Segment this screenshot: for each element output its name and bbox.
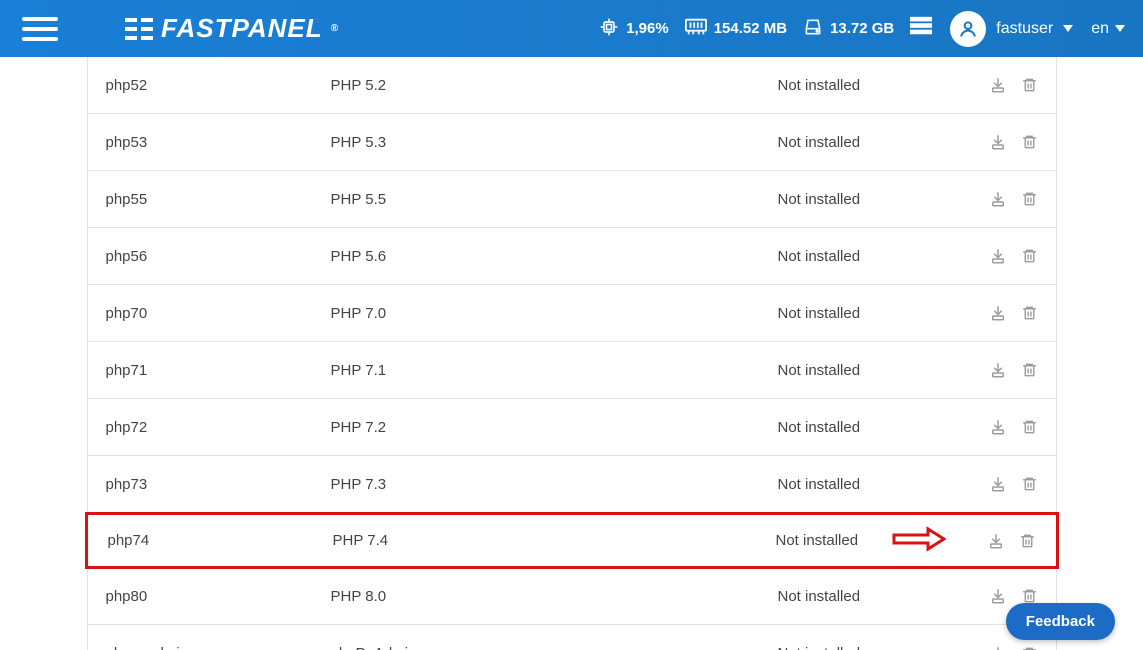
app-name: phppgadmin: [106, 645, 331, 650]
table-row: php74PHP 7.4Not installed: [85, 512, 1059, 569]
content-area: TOP HOST COUPON php52PHP 5.2Not installe…: [0, 57, 1143, 650]
app-name: php74: [108, 532, 333, 549]
table-row: php73PHP 7.3Not installed: [88, 456, 1056, 513]
app-status: Not installed: [778, 645, 968, 650]
delete-icon[interactable]: [1021, 475, 1038, 493]
menu-toggle[interactable]: [0, 17, 80, 41]
install-icon[interactable]: [989, 133, 1007, 151]
table-row: php72PHP 7.2Not installed: [88, 399, 1056, 456]
chevron-down-icon: [1063, 20, 1073, 38]
table-row: php53PHP 5.3Not installed: [88, 114, 1056, 171]
delete-icon[interactable]: [1021, 304, 1038, 322]
delete-icon[interactable]: [1019, 532, 1036, 550]
brand-reg: ®: [331, 23, 339, 34]
app-name: php53: [106, 134, 331, 151]
app-header: FASTPANEL ® 1,96% 154.52 MB 13.72 GB fas…: [0, 0, 1143, 57]
app-name: php70: [106, 305, 331, 322]
table-row: phppgadminphpPgAdminNot installed: [88, 625, 1056, 650]
metric-cpu[interactable]: 1,96%: [599, 17, 669, 41]
delete-icon[interactable]: [1021, 133, 1038, 151]
disk-icon: [803, 17, 823, 41]
app-status: Not installed: [778, 362, 968, 379]
app-status: Not installed: [778, 305, 968, 322]
app-version: PHP 5.6: [331, 248, 778, 265]
app-name: php71: [106, 362, 331, 379]
user-name: fastuser: [996, 20, 1053, 38]
install-icon[interactable]: [989, 247, 1007, 265]
install-icon[interactable]: [989, 645, 1007, 650]
app-status: Not installed: [778, 419, 968, 436]
app-version: PHP 8.0: [331, 588, 778, 605]
install-icon[interactable]: [989, 76, 1007, 94]
brand-mark-icon: [125, 18, 153, 40]
chevron-down-icon: [1115, 20, 1125, 38]
user-menu[interactable]: fastuser: [950, 11, 1073, 47]
app-name: php73: [106, 476, 331, 493]
avatar: [950, 11, 986, 47]
table-row: php52PHP 5.2Not installed: [88, 57, 1056, 114]
brand-logo[interactable]: FASTPANEL ®: [125, 13, 339, 44]
app-name: php80: [106, 588, 331, 605]
app-name: php72: [106, 419, 331, 436]
language-menu[interactable]: en: [1091, 20, 1125, 38]
app-status: Not installed: [778, 248, 968, 265]
app-status: Not installed: [778, 77, 968, 94]
table-row: php80PHP 8.0Not installed: [88, 568, 1056, 625]
app-version: PHP 7.4: [333, 532, 776, 549]
delete-icon[interactable]: [1021, 190, 1038, 208]
app-status: Not installed: [778, 134, 968, 151]
metric-disk[interactable]: 13.72 GB: [803, 17, 894, 41]
delete-icon[interactable]: [1021, 418, 1038, 436]
metric-ram[interactable]: 154.52 MB: [685, 18, 787, 40]
app-version: PHP 5.2: [331, 77, 778, 94]
delete-icon[interactable]: [1021, 361, 1038, 379]
applications-table: php52PHP 5.2Not installedphp53PHP 5.3Not…: [87, 57, 1057, 650]
ram-value: 154.52 MB: [714, 20, 787, 37]
app-name: php56: [106, 248, 331, 265]
app-name: php55: [106, 191, 331, 208]
table-row: php70PHP 7.0Not installed: [88, 285, 1056, 342]
app-version: PHP 7.3: [331, 476, 778, 493]
delete-icon[interactable]: [1021, 76, 1038, 94]
feedback-button[interactable]: Feedback: [1006, 603, 1115, 640]
app-version: PHP 5.5: [331, 191, 778, 208]
app-version: PHP 5.3: [331, 134, 778, 151]
disk-value: 13.72 GB: [830, 20, 894, 37]
install-icon[interactable]: [987, 532, 1005, 550]
app-name: php52: [106, 77, 331, 94]
app-version: phpPgAdmin: [331, 645, 778, 650]
app-status: Not installed: [776, 532, 966, 549]
brand-name: FASTPANEL: [161, 13, 323, 44]
install-icon[interactable]: [989, 304, 1007, 322]
cpu-icon: [599, 17, 619, 41]
app-version: PHP 7.0: [331, 305, 778, 322]
ram-icon: [685, 18, 707, 40]
table-row: php55PHP 5.5Not installed: [88, 171, 1056, 228]
server-icon[interactable]: [910, 16, 932, 41]
install-icon[interactable]: [989, 190, 1007, 208]
install-icon[interactable]: [989, 418, 1007, 436]
install-icon[interactable]: [989, 475, 1007, 493]
app-status: Not installed: [778, 476, 968, 493]
table-row: php71PHP 7.1Not installed: [88, 342, 1056, 399]
app-version: PHP 7.1: [331, 362, 778, 379]
install-icon[interactable]: [989, 361, 1007, 379]
install-icon[interactable]: [989, 587, 1007, 605]
app-status: Not installed: [778, 588, 968, 605]
cpu-value: 1,96%: [626, 20, 669, 37]
language-label: en: [1091, 20, 1109, 38]
table-row: php56PHP 5.6Not installed: [88, 228, 1056, 285]
delete-icon[interactable]: [1021, 645, 1038, 650]
delete-icon[interactable]: [1021, 247, 1038, 265]
app-version: PHP 7.2: [331, 419, 778, 436]
app-status: Not installed: [778, 191, 968, 208]
